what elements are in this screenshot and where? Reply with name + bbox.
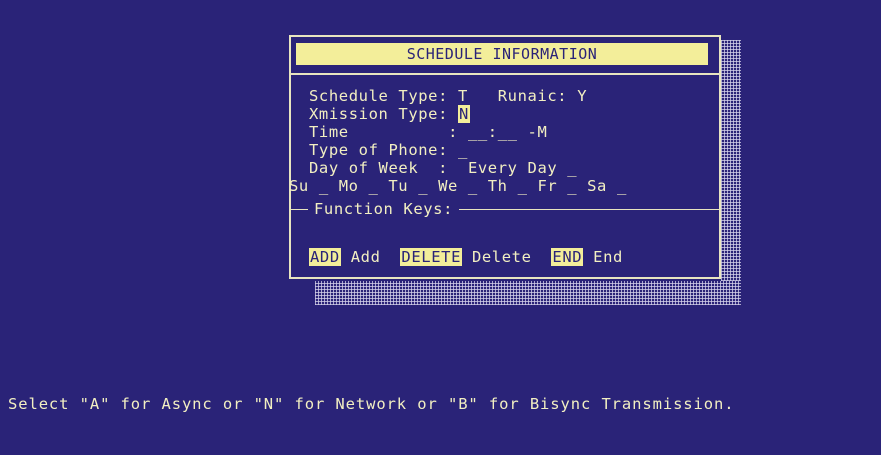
day-su-field[interactable]: _ (319, 177, 329, 195)
day-of-week-label: Day of Week (309, 159, 419, 177)
schedule-information-dialog: SCHEDULE INFORMATION Schedule Type: T Ru… (289, 35, 721, 279)
day-fr-field[interactable]: _ (567, 177, 577, 195)
day-sa-label: Sa (587, 177, 607, 195)
function-keys-label: Function Keys: (308, 200, 460, 218)
end-key[interactable]: END (551, 248, 584, 266)
day-th-label: Th (487, 177, 508, 195)
xmission-type-label: Xmission Type: (309, 105, 449, 123)
xmission-type-field[interactable]: N (457, 105, 470, 123)
end-key-label: End (593, 248, 623, 266)
dialog-shadow-right (721, 40, 741, 290)
phone-type-field[interactable]: _ (458, 141, 468, 159)
time-separator: : (448, 123, 458, 141)
add-key-label: Add (350, 248, 381, 266)
day-sa-field[interactable]: _ (617, 177, 627, 195)
title-separator (291, 73, 719, 75)
day-of-week-row: Day of Week : Every Day _ (309, 159, 577, 177)
phone-type-label: Type of Phone: (309, 141, 449, 159)
xmission-type-row: Xmission Type: N (309, 105, 470, 123)
every-day-label: Every Day (467, 159, 558, 177)
day-su-label: Su (289, 177, 309, 195)
runaic-field[interactable]: Y (577, 87, 587, 105)
day-mo-field[interactable]: _ (369, 177, 379, 195)
day-fr-label: Fr (537, 177, 558, 195)
schedule-type-label: Schedule Type: (309, 87, 449, 105)
schedule-type-field[interactable]: T (458, 87, 468, 105)
day-th-field[interactable]: _ (518, 177, 528, 195)
days-row: Su _ Mo _ Tu _ We _ Th _ Fr _ Sa _ (289, 177, 627, 195)
runaic-label: Runaic: (497, 87, 568, 105)
every-day-field[interactable]: _ (567, 159, 577, 177)
terminal-screen: SCHEDULE INFORMATION Schedule Type: T Ru… (0, 0, 881, 455)
day-we-label: We (438, 177, 458, 195)
dialog-shadow-bottom (315, 281, 741, 305)
schedule-type-row: Schedule Type: T Runaic: Y (309, 87, 587, 105)
day-we-field[interactable]: _ (468, 177, 478, 195)
delete-key[interactable]: DELETE (400, 248, 462, 266)
dialog-title: SCHEDULE INFORMATION (296, 43, 708, 65)
day-mo-label: Mo (338, 177, 359, 195)
add-key[interactable]: ADD (309, 248, 341, 266)
time-row: Time : __:__ -M (309, 123, 547, 141)
phone-type-row: Type of Phone: _ (309, 141, 468, 159)
time-field[interactable]: __:__ -M (468, 123, 547, 141)
day-tu-label: Tu (388, 177, 409, 195)
time-label: Time (309, 123, 349, 141)
day-of-week-separator: : (438, 159, 449, 177)
function-keys-row: ADD Add DELETE Delete END End (309, 247, 623, 267)
day-tu-field[interactable]: _ (418, 177, 428, 195)
status-message: Select "A" for Async or "N" for Network … (8, 395, 735, 413)
delete-key-label: Delete (471, 248, 532, 266)
